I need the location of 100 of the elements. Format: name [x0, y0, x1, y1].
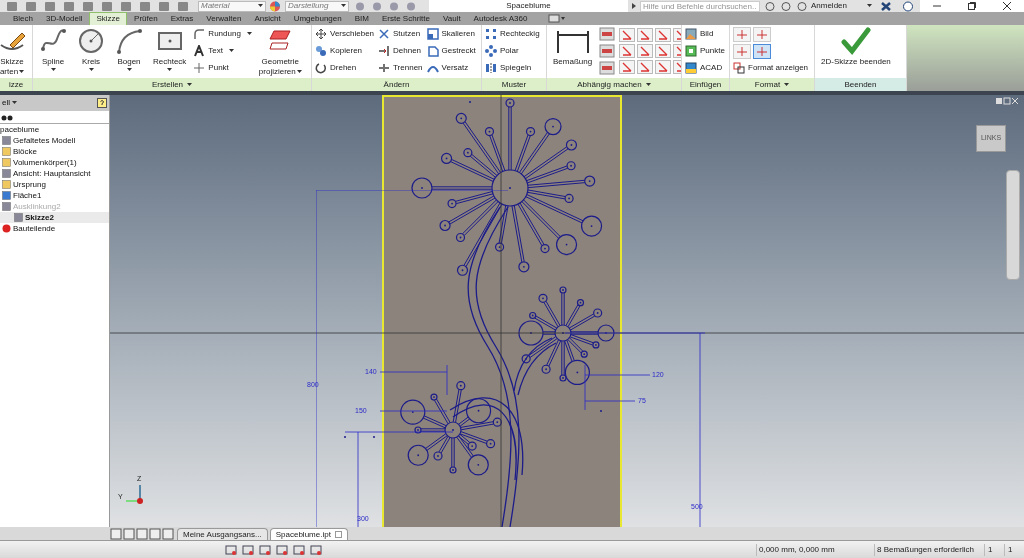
extend-icon: [378, 45, 391, 57]
color-sphere-icon[interactable]: [269, 0, 281, 12]
ribbon-tab[interactable]: Blech: [7, 12, 39, 25]
viewport-controls-icon[interactable]: [995, 97, 1019, 105]
square-icon: [2, 191, 11, 200]
ribbon-tab[interactable]: Erste Schritte: [375, 12, 436, 25]
constraint-icon[interactable]: [619, 28, 636, 42]
tree-item[interactable]: Blöcke: [0, 146, 109, 157]
help-icon[interactable]: [902, 0, 914, 12]
caret-icon: [341, 4, 346, 8]
tree-item[interactable]: Ursprung: [0, 179, 109, 190]
format-toggle-icon[interactable]: [753, 44, 771, 59]
sign-in-link[interactable]: Anmelden: [810, 2, 847, 10]
caret-icon: [867, 4, 872, 8]
tool-button[interactable]: Bild: [685, 27, 725, 41]
split-icon: [378, 62, 391, 74]
format-toggle-icon[interactable]: [733, 27, 751, 42]
tool-button[interactable]: Stutzen: [378, 27, 423, 41]
play-arrow-icon[interactable]: [630, 2, 637, 10]
material-dropdown[interactable]: Material: [198, 0, 266, 12]
ribbon-tab[interactable]: Autodesk A360: [467, 12, 534, 25]
tree-item[interactable]: Volumenkörper(1): [0, 157, 109, 168]
constraint-icon[interactable]: [637, 44, 654, 58]
ribbon-tab[interactable]: Prüfen: [128, 12, 164, 25]
constraint-icon[interactable]: [619, 44, 636, 58]
tree-item[interactable]: Ansicht: Hauptansicht: [0, 168, 109, 179]
tool-button[interactable]: Rundung: [193, 27, 252, 41]
ribbon-tab[interactable]: Ansicht: [248, 12, 287, 25]
panel-footer[interactable]: Einfügen: [682, 78, 729, 91]
appearance-dropdown[interactable]: Darstellung: [285, 0, 349, 12]
tool-button[interactable]: Kopieren: [315, 44, 375, 58]
tool-button[interactable]: Punkt: [193, 61, 252, 75]
arc-icon: [115, 27, 143, 55]
tool-button[interactable]: Rechteckig: [485, 27, 540, 41]
constraint-tool-icon[interactable]: [599, 27, 616, 41]
constraint-icon[interactable]: [637, 28, 654, 42]
caret-icon: [229, 49, 235, 53]
tool-button[interactable]: Gestreckt: [426, 44, 476, 58]
tool-button[interactable]: Text: [193, 44, 252, 58]
panel-footer[interactable]: Ändern: [312, 78, 481, 91]
tool-button[interactable]: ACAD: [685, 61, 725, 75]
panel-footer[interactable]: Format: [730, 78, 814, 91]
text-icon: [193, 45, 206, 57]
tool-button[interactable]: Bogen: [112, 27, 146, 77]
restore-icon[interactable]: [967, 1, 977, 11]
tool-button[interactable]: Spline: [36, 27, 70, 77]
tree-item[interactable]: Fläche1: [0, 190, 109, 201]
close-icon[interactable]: [1001, 1, 1012, 11]
material-label: Material: [201, 2, 230, 10]
tool-button[interactable]: Kreis: [74, 27, 108, 77]
constraint-icon[interactable]: [619, 60, 636, 74]
document-tab[interactable]: Meine Ausgangsans...: [177, 528, 268, 540]
tree-item[interactable]: Gefaltetes Modell: [0, 135, 109, 146]
format-toggle-icon[interactable]: [753, 27, 771, 42]
search-field[interactable]: Hilfe und Befehle durchsuchen...: [639, 0, 760, 12]
tool-button[interactable]: Trennen: [378, 61, 423, 75]
rectangular-pattern-icon: [485, 28, 497, 40]
tool-button[interactable]: Skalieren: [426, 27, 476, 41]
tool-button[interactable]: Versatz: [426, 61, 476, 75]
crosshair-icon: [193, 62, 206, 74]
ribbon-tab[interactable]: BIM: [348, 12, 375, 25]
browser-header-menu[interactable]: ell: [2, 99, 17, 107]
constraint-icon[interactable]: [637, 60, 654, 74]
stop-icon: [2, 224, 11, 233]
tool-button[interactable]: Drehen: [315, 61, 375, 75]
ribbon-tab[interactable]: Skizze: [89, 12, 128, 25]
tool-button[interactable]: Polar: [485, 44, 540, 58]
constraint-tool-icon[interactable]: [599, 44, 616, 58]
panel-footer[interactable]: Beenden: [815, 78, 906, 91]
ribbon-tab[interactable]: Extras: [164, 12, 200, 25]
ribbon-tab[interactable]: Verwalten: [200, 12, 248, 25]
caret-icon: [246, 32, 252, 36]
tool-button[interactable]: Rechteck: [150, 27, 190, 77]
tool-button[interactable]: Geometrie projizieren: [255, 27, 305, 77]
tool-button[interactable]: Verschieben: [315, 27, 375, 41]
constraint-tool-icon[interactable]: [599, 61, 616, 75]
help-icon[interactable]: [97, 98, 107, 108]
tree-item[interactable]: Bauteilende: [0, 223, 109, 234]
trim-icon: [378, 28, 391, 40]
caret-icon: [296, 70, 302, 74]
document-tab[interactable]: Spaceblume.ipt: [269, 528, 348, 540]
panel-footer[interactable]: Erstellen: [33, 78, 311, 91]
caret-icon: [19, 70, 25, 74]
circular-pattern-icon: [485, 45, 497, 57]
panel-toggle-icon[interactable]: [548, 14, 567, 23]
exchange-x-icon[interactable]: [880, 0, 892, 12]
coordinates-readout: 0,000 mm, 0,000 mm: [756, 543, 874, 556]
tree-item[interactable]: paceblume: [0, 124, 109, 135]
tool-button[interactable]: Punkte: [685, 44, 725, 58]
panel-footer[interactable]: Abhängig machen: [547, 78, 681, 91]
ribbon-tab[interactable]: 3D-Modell: [40, 12, 89, 25]
panel-footer[interactable]: Muster: [482, 78, 546, 91]
tree-item[interactable]: Skizze2: [0, 212, 109, 223]
format-toggle-icon[interactable]: [733, 44, 751, 59]
points-icon: [685, 45, 697, 57]
ribbon-tab[interactable]: Vault: [436, 12, 467, 25]
panel-footer[interactable]: izze: [0, 78, 32, 91]
ribbon-tab[interactable]: Umgebungen: [287, 12, 348, 25]
tool-button[interactable]: Spiegeln: [485, 61, 540, 75]
tool-button[interactable]: Dehnen: [378, 44, 423, 58]
